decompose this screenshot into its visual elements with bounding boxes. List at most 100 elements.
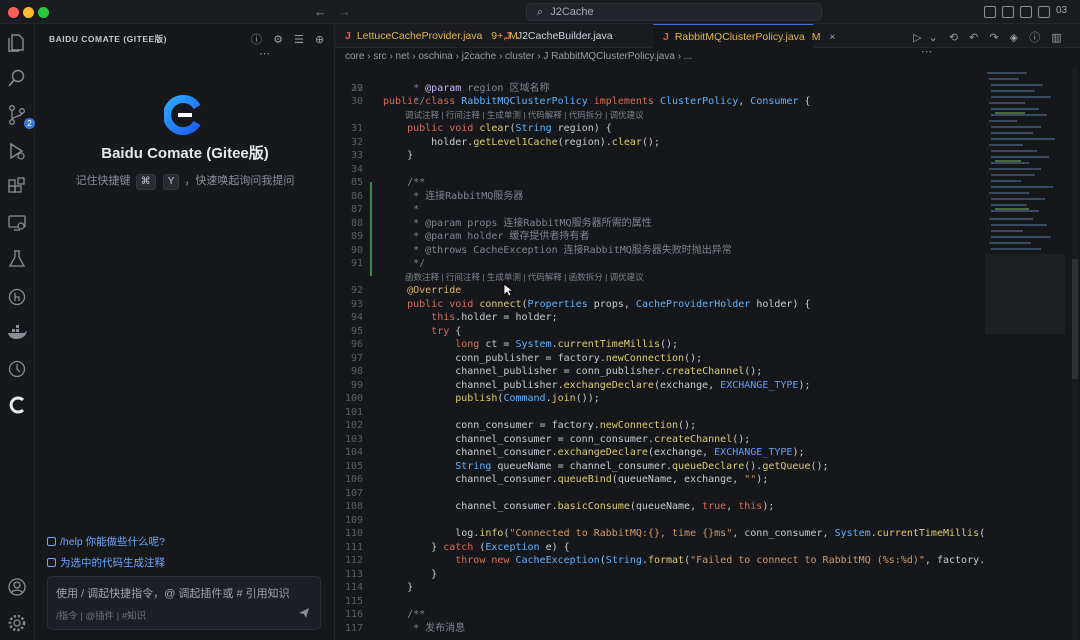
code-line: 103 channel_consumer = conn_consumer.cre… [344,433,751,445]
git-compare-icon[interactable]: ⟲ [949,32,958,44]
hint-suffix: ，快速唤起询问我提问 [184,175,295,187]
close-window-button[interactable] [8,7,19,18]
java-file-icon: J [663,31,669,43]
breadcrumb[interactable]: core › src › net › oschina › j2cache › c… [345,51,692,62]
chat-tools[interactable]: /指令 | @插件 | #知识 [56,608,146,622]
code-line: 94 this.holder = holder; [350,312,558,323]
tab-rabbitmq[interactable]: J RabbitMQClusterPolicy.java M × [653,24,836,48]
more-icon[interactable]: ⋯ [259,48,270,60]
back-arrow-icon[interactable]: ← [314,4,327,19]
suggestion-icon [47,558,56,567]
code-line: 93 public void connect(Properties props,… [350,298,811,310]
code-lens[interactable]: 调试注释 | 行间注释 | 生成单测 | 代码解释 | 代码拆分 | 调优建议 [335,109,985,123]
tab-label: LettuceCacheProvider.java [356,30,483,42]
help-icon[interactable]: ⓘ [251,34,262,46]
run-icon[interactable]: ▷ [913,32,921,44]
code-line: 86 * 连接RabbitMQ服务器 [350,190,524,202]
comate-logo [164,95,201,135]
close-tab-icon[interactable]: × [829,31,835,43]
scrollbar-thumb[interactable] [1072,259,1078,379]
code-lens-actions[interactable]: 函数注释 | 行间注释 | 生成单测 | 代码解释 | 函数拆分 | 调优建议 [405,271,644,285]
comate-icon[interactable] [6,394,28,416]
timeline-icon[interactable] [6,358,28,380]
code-line: 90 * @throws CacheException 连接RabbitMQ服务… [350,244,732,256]
previous-change-icon[interactable]: ↶ [969,32,978,44]
code-line: 106 channel_consumer.queueBind(queueName… [344,474,769,485]
activity-bar: 2 [0,24,35,640]
tab-bar: J LettuceCacheProvider.java 9+, M J J2Cach… [335,24,1080,58]
panel-title: BAIDU COMATE (GITEE版) [49,34,168,44]
customize-layout-icon[interactable] [1038,6,1050,18]
code-line: 30 */ [350,96,426,107]
code-line: 113 } [344,568,438,580]
code-line: 102 conn_consumer = factory.newConnectio… [344,420,697,431]
suggestion-label: /help 你能做些什么呢? [60,536,166,548]
remote-explorer-icon[interactable] [6,212,28,234]
minimize-window-button[interactable] [23,7,34,18]
code-lens-actions[interactable]: 调试注释 | 行间注释 | 生成单测 | 代码解释 | 代码拆分 | 调优建议 [405,109,644,123]
open-changes-icon[interactable]: ◈ [1010,32,1018,44]
source-control-icon[interactable]: 2 [6,104,35,129]
code-line: 89 * @param holder 缓存提供者持有者 [350,231,590,242]
code-line: 112 throw new CacheException(String.form… [344,555,985,566]
code-line: 32 holder.getLevel1Cache(region).clear()… [350,136,660,148]
shortcut-hint: 记住快捷键 ⌘ Y ，快速唤起询问我提问 [35,172,335,190]
search-icon[interactable] [6,67,28,89]
java-file-icon: J [505,30,511,42]
comate-help-icon[interactable]: ⓘ [1029,32,1040,44]
zoom-window-button[interactable] [38,7,49,18]
code-line: 117 * 发布消息 [344,622,466,634]
explorer-icon[interactable] [6,32,28,54]
tab-label: RabbitMQClusterPolicy.java [674,31,805,43]
extensions-icon[interactable] [6,176,28,198]
settings-gear-icon[interactable] [6,612,28,634]
tab-status: M [811,31,821,43]
code-line: 111 } catch (Exception e) { [344,541,570,553]
accounts-count[interactable]: 03 [1056,5,1067,16]
toggle-primary-sidebar-icon[interactable] [984,6,996,18]
code-line: 29 * @param region 区域名称 [350,82,550,94]
code-line: 115 [344,595,363,607]
java-file-icon: J [345,30,351,42]
chat-input[interactable]: 使用 / 调起快捷指令，@ 调起插件或 # 引用知识 /指令 | @插件 | #… [47,576,321,630]
account-icon[interactable] [6,576,28,598]
suggestion-label: 为选中的代码生成注释 [60,557,165,569]
command-center[interactable]: ⌕ J2Cache [526,3,822,21]
suggestion-comment[interactable]: 为选中的代码生成注释 [47,555,165,570]
git-lens-icon[interactable] [6,286,28,308]
new-chat-icon[interactable]: ⊕ [315,34,324,46]
minimap[interactable] [985,68,1065,448]
forward-arrow-icon[interactable]: → [338,4,351,19]
panel-settings-icon[interactable]: ⚙ [273,34,283,46]
history-icon[interactable]: ☰ [294,34,304,46]
code-line: 100 publish(Command.join()); [344,393,600,404]
send-icon[interactable] [298,607,310,619]
testing-icon[interactable] [6,248,28,270]
code-line: 99 channel_publisher.exchangeDeclare(exc… [350,379,811,391]
window-title: J2Cache [550,6,594,18]
code-line: 114 } [344,582,414,593]
code-line: 108 channel_consumer.basicConsume(queueN… [344,501,775,512]
sticky-scroll-line: 32 public class RabbitMQClusterPolicy im… [350,82,811,108]
chat-placeholder: 使用 / 调起快捷指令，@ 调起插件或 # 引用知识 [56,588,290,600]
code-area[interactable]: 32 public class RabbitMQClusterPolicy im… [335,68,985,640]
tab-lettuce[interactable]: J LettuceCacheProvider.java 9+, M [335,24,518,48]
toggle-panel-icon[interactable] [1002,6,1014,18]
key-cmd: ⌘ [135,174,156,190]
run-dropdown-icon[interactable]: ⌄ [929,32,938,44]
suggestion-help[interactable]: /help 你能做些什么呢? [47,534,165,549]
code-line: 34 [350,163,363,175]
toggle-secondary-sidebar-icon[interactable] [1020,6,1032,18]
tab-builder[interactable]: J J2CacheBuilder.java [495,24,655,48]
source-control-badge: 2 [24,118,35,129]
code-line: 95 try { [350,325,462,337]
run-debug-icon[interactable] [6,140,28,162]
next-change-icon[interactable]: ↷ [989,32,998,44]
code-line: 98 channel_publisher = conn_publisher.cr… [350,366,763,377]
tab-label: J2CacheBuilder.java [516,30,613,42]
code-lens[interactable]: 函数注释 | 行间注释 | 生成单测 | 代码解释 | 函数拆分 | 调优建议 [335,271,985,285]
editor-more-icon[interactable]: ⋯ [921,46,932,58]
split-editor-icon[interactable]: ▥ [1051,32,1061,44]
hint-prefix: 记住快捷键 [75,175,131,187]
docker-icon[interactable] [6,322,28,344]
